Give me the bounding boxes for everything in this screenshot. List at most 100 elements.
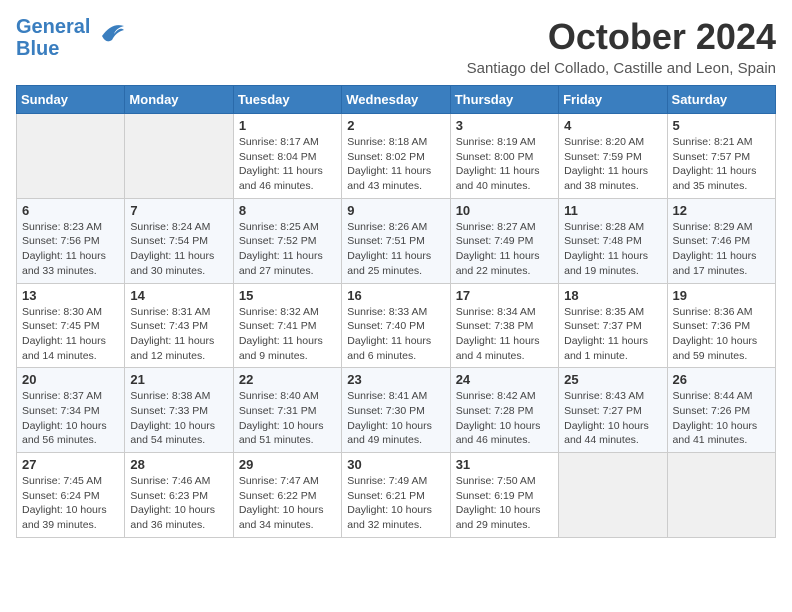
calendar-cell: 14 Sunrise: 8:31 AMSunset: 7:43 PMDayligh… [125,283,233,368]
day-info: Sunrise: 8:29 AMSunset: 7:46 PMDaylight:… [673,220,770,279]
calendar-cell: 16 Sunrise: 8:33 AMSunset: 7:40 PMDayligh… [342,283,450,368]
calendar-cell [667,453,775,538]
day-number: 12 [673,203,770,218]
calendar-cell: 21Sunrise: 8:38 AMSunset: 7:33 PMDayligh… [125,368,233,453]
day-info: Sunrise: 8:17 AMSunset: 8:04 PMDaylight:… [239,135,336,194]
day-number: 1 [239,118,336,133]
location-subtitle: Santiago del Collado, Castille and Leon,… [467,60,776,77]
day-info: Sunrise: 8:41 AMSunset: 7:30 PMDaylight:… [347,389,444,448]
day-number: 31 [456,457,553,472]
calendar-week-5: 27Sunrise: 7:45 AMSunset: 6:24 PMDayligh… [17,453,776,538]
day-info: Sunrise: 7:49 AMSunset: 6:21 PMDaylight:… [347,474,444,533]
day-number: 9 [347,203,444,218]
calendar-week-3: 13 Sunrise: 8:30 AMSunset: 7:45 PMDayligh… [17,283,776,368]
calendar-cell: 26Sunrise: 8:44 AMSunset: 7:26 PMDayligh… [667,368,775,453]
calendar-cell: 19 Sunrise: 8:36 AMSunset: 7:36 PMDayligh… [667,283,775,368]
day-info: Sunrise: 8:18 AMSunset: 8:02 PMDaylight:… [347,135,444,194]
col-header-wednesday: Wednesday [342,86,450,114]
calendar-cell: 6 Sunrise: 8:23 AMSunset: 7:56 PMDaylight… [17,198,125,283]
day-info: Sunrise: 8:37 AMSunset: 7:34 PMDaylight:… [22,389,119,448]
calendar-cell [17,114,125,199]
calendar-cell: 9 Sunrise: 8:26 AMSunset: 7:51 PMDaylight… [342,198,450,283]
calendar-cell: 18 Sunrise: 8:35 AMSunset: 7:37 PMDayligh… [559,283,667,368]
day-number: 28 [130,457,227,472]
title-section: October 2024 Santiago del Collado, Casti… [467,16,776,77]
calendar-cell: 11Sunrise: 8:28 AMSunset: 7:48 PMDayligh… [559,198,667,283]
calendar-cell: 1 Sunrise: 8:17 AMSunset: 8:04 PMDaylight… [233,114,341,199]
day-number: 13 [22,288,119,303]
day-info: Sunrise: 7:46 AMSunset: 6:23 PMDaylight:… [130,474,227,533]
calendar-cell: 13 Sunrise: 8:30 AMSunset: 7:45 PMDayligh… [17,283,125,368]
day-info: Sunrise: 8:28 AMSunset: 7:48 PMDaylight:… [564,220,661,279]
calendar-cell: 12 Sunrise: 8:29 AMSunset: 7:46 PMDayligh… [667,198,775,283]
calendar-week-1: 1 Sunrise: 8:17 AMSunset: 8:04 PMDaylight… [17,114,776,199]
calendar-cell: 7Sunrise: 8:24 AMSunset: 7:54 PMDaylight… [125,198,233,283]
day-number: 15 [239,288,336,303]
day-number: 19 [673,288,770,303]
day-number: 21 [130,372,227,387]
logo-general: General [16,16,90,38]
col-header-sunday: Sunday [17,86,125,114]
calendar-cell: 22 Sunrise: 8:40 AMSunset: 7:31 PMDayligh… [233,368,341,453]
calendar-week-4: 20 Sunrise: 8:37 AMSunset: 7:34 PMDayligh… [17,368,776,453]
day-info: Sunrise: 8:23 AMSunset: 7:56 PMDaylight:… [22,220,119,279]
day-number: 3 [456,118,553,133]
day-number: 23 [347,372,444,387]
logo: General Blue [16,16,126,60]
calendar-cell: 23 Sunrise: 8:41 AMSunset: 7:30 PMDayligh… [342,368,450,453]
day-info: Sunrise: 8:21 AMSunset: 7:57 PMDaylight:… [673,135,770,194]
calendar-cell: 28 Sunrise: 7:46 AMSunset: 6:23 PMDayligh… [125,453,233,538]
month-title: October 2024 [467,16,776,58]
day-number: 6 [22,203,119,218]
col-header-tuesday: Tuesday [233,86,341,114]
day-info: Sunrise: 8:40 AMSunset: 7:31 PMDaylight:… [239,389,336,448]
calendar-cell: 4 Sunrise: 8:20 AMSunset: 7:59 PMDaylight… [559,114,667,199]
calendar-week-2: 6 Sunrise: 8:23 AMSunset: 7:56 PMDaylight… [17,198,776,283]
day-info: Sunrise: 8:20 AMSunset: 7:59 PMDaylight:… [564,135,661,194]
calendar-cell: 25 Sunrise: 8:43 AMSunset: 7:27 PMDayligh… [559,368,667,453]
day-info: Sunrise: 8:25 AMSunset: 7:52 PMDaylight:… [239,220,336,279]
calendar-cell: 3 Sunrise: 8:19 AMSunset: 8:00 PMDaylight… [450,114,558,199]
calendar-cell: 29Sunrise: 7:47 AMSunset: 6:22 PMDayligh… [233,453,341,538]
day-info: Sunrise: 8:31 AMSunset: 7:43 PMDaylight:… [130,305,227,364]
day-number: 14 [130,288,227,303]
day-number: 17 [456,288,553,303]
day-number: 5 [673,118,770,133]
day-info: Sunrise: 8:36 AMSunset: 7:36 PMDaylight:… [673,305,770,364]
col-header-friday: Friday [559,86,667,114]
day-info: Sunrise: 8:34 AMSunset: 7:38 PMDaylight:… [456,305,553,364]
day-info: Sunrise: 8:42 AMSunset: 7:28 PMDaylight:… [456,389,553,448]
day-number: 27 [22,457,119,472]
day-info: Sunrise: 8:43 AMSunset: 7:27 PMDaylight:… [564,389,661,448]
calendar-cell: 2Sunrise: 8:18 AMSunset: 8:02 PMDaylight… [342,114,450,199]
calendar-cell: 20 Sunrise: 8:37 AMSunset: 7:34 PMDayligh… [17,368,125,453]
day-number: 24 [456,372,553,387]
day-info: Sunrise: 8:27 AMSunset: 7:49 PMDaylight:… [456,220,553,279]
day-info: Sunrise: 7:50 AMSunset: 6:19 PMDaylight:… [456,474,553,533]
day-number: 20 [22,372,119,387]
day-info: Sunrise: 8:35 AMSunset: 7:37 PMDaylight:… [564,305,661,364]
day-info: Sunrise: 8:26 AMSunset: 7:51 PMDaylight:… [347,220,444,279]
day-number: 18 [564,288,661,303]
calendar-cell: 24 Sunrise: 8:42 AMSunset: 7:28 PMDayligh… [450,368,558,453]
calendar-header: SundayMondayTuesdayWednesdayThursdayFrid… [17,86,776,114]
day-number: 8 [239,203,336,218]
calendar-cell [559,453,667,538]
day-number: 25 [564,372,661,387]
day-number: 4 [564,118,661,133]
day-number: 22 [239,372,336,387]
logo-bird-icon [94,18,126,46]
day-info: Sunrise: 8:19 AMSunset: 8:00 PMDaylight:… [456,135,553,194]
logo-blue: Blue [16,38,90,60]
day-info: Sunrise: 8:33 AMSunset: 7:40 PMDaylight:… [347,305,444,364]
day-number: 16 [347,288,444,303]
calendar-table: SundayMondayTuesdayWednesdayThursdayFrid… [16,85,776,538]
day-info: Sunrise: 8:32 AMSunset: 7:41 PMDaylight:… [239,305,336,364]
calendar-cell: 30Sunrise: 7:49 AMSunset: 6:21 PMDayligh… [342,453,450,538]
day-info: Sunrise: 8:30 AMSunset: 7:45 PMDaylight:… [22,305,119,364]
day-info: Sunrise: 7:47 AMSunset: 6:22 PMDaylight:… [239,474,336,533]
col-header-thursday: Thursday [450,86,558,114]
calendar-cell: 27Sunrise: 7:45 AMSunset: 6:24 PMDayligh… [17,453,125,538]
calendar-cell: 17 Sunrise: 8:34 AMSunset: 7:38 PMDayligh… [450,283,558,368]
calendar-cell: 31 Sunrise: 7:50 AMSunset: 6:19 PMDayligh… [450,453,558,538]
